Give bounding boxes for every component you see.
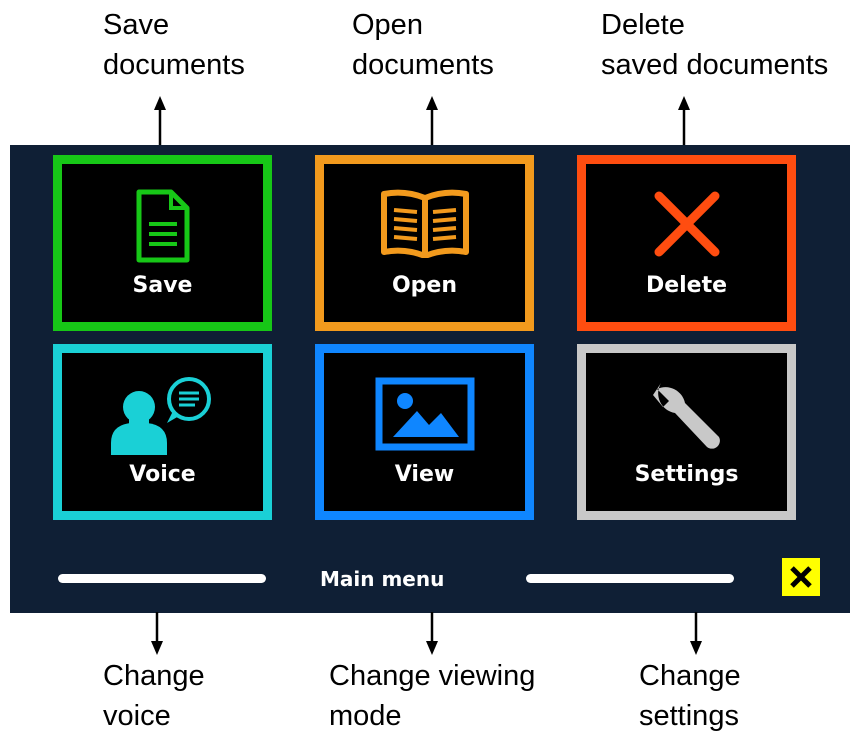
tile-label: View [394,462,455,487]
open-tile[interactable]: Open [315,155,534,331]
callout-line: saved documents [601,49,829,81]
footer-left-bar [58,574,266,583]
arrow-down-settings [690,612,702,655]
main-menu-panel: Save Open Delete Voice View Settings Mai… [10,145,850,613]
open-documents-callout: Open documents [352,5,494,85]
voice-tile[interactable]: Voice [53,344,272,520]
callout-line: Delete [601,9,685,41]
callout-line: settings [639,700,739,732]
arrow-up-save [154,96,166,147]
wrench-icon [652,383,720,449]
callout-line: Open [352,9,423,41]
close-button[interactable] [782,558,820,596]
settings-tile[interactable]: Settings [577,344,796,520]
x-icon [654,191,719,257]
tile-label: Open [391,273,458,298]
close-icon [790,566,812,588]
tile-label: Save [132,273,193,298]
delete-tile[interactable]: Delete [577,155,796,331]
save-documents-callout: Save documents [103,5,245,85]
speaking-person-icon [110,377,211,455]
arrow-down-view [426,612,438,655]
callout-line: Change viewing [329,660,536,692]
tile-label: Voice [129,462,196,487]
callout-line: mode [329,700,402,732]
change-settings-callout: Change settings [639,656,741,736]
callout-line: documents [103,49,245,81]
callout-line: Change [639,660,741,692]
image-icon [375,377,474,451]
arrow-up-delete [678,96,690,147]
callout-line: voice [103,700,171,732]
footer-right-bar [526,574,734,583]
arrow-down-voice [151,612,163,655]
tile-label: Delete [645,273,728,298]
change-viewing-mode-callout: Change viewing mode [329,656,535,736]
document-icon [136,189,189,263]
callout-line: Save [103,9,170,41]
callout-line: documents [352,49,494,81]
callout-line: Change [103,660,205,692]
tile-label: Settings [634,462,739,487]
view-tile[interactable]: View [315,344,534,520]
save-tile[interactable]: Save [53,155,272,331]
main-menu-title: Main menu [320,567,445,591]
book-icon [380,189,469,258]
change-voice-callout: Change voice [103,656,205,736]
delete-documents-callout: Delete saved documents [601,5,828,85]
arrow-up-open [426,96,438,147]
